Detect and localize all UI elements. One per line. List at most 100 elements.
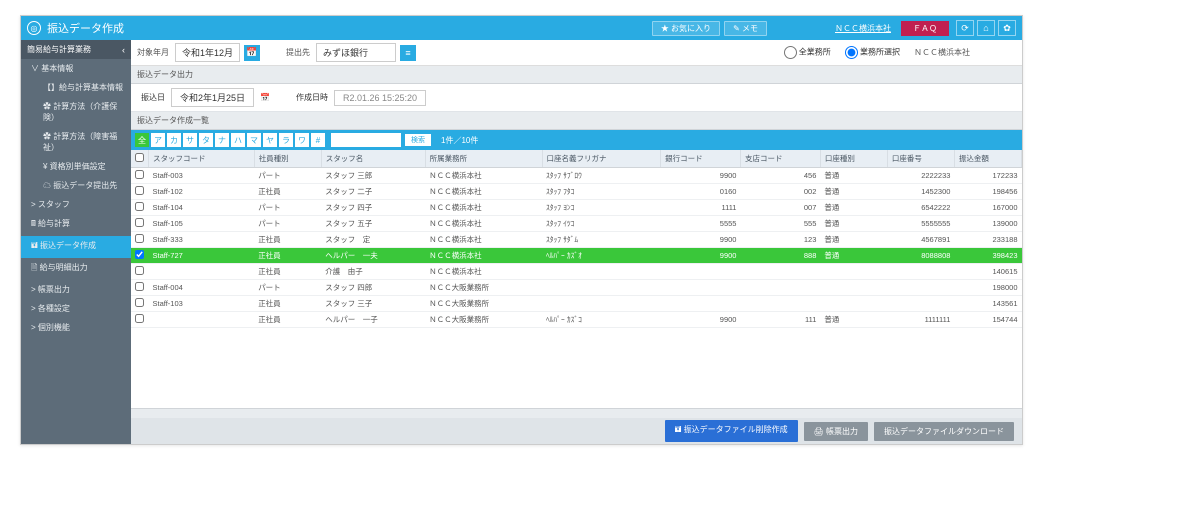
sidebar-item-5[interactable]: ☁ 振込データ提出先 [21,176,131,195]
table-row[interactable]: Staff-004パートスタッフ 四郎ＮＣＣ大阪業務所198000 [131,280,1022,296]
sidebar-item-3[interactable]: ✿ 計算方法（障害福祉） [21,127,131,157]
cell: Staff-333 [149,232,255,248]
row-checkbox[interactable] [135,170,144,179]
sidebar-header[interactable]: 簡易給与計算業務 ‹ [21,40,131,59]
cell: 1452300 [887,184,954,200]
cell: Staff-103 [149,296,255,312]
period-value[interactable]: 令和1年12月 [175,43,240,62]
create-file-button[interactable]: 🖬 振込データファイル削除作成 [665,420,798,442]
search-button[interactable]: 検索 [405,134,431,146]
table-row[interactable]: Staff-003パートスタッフ 三郎ＮＣＣ横浜本社ｽﾀｯﾌ ｻﾌﾞﾛｳ9900… [131,168,1022,184]
row-checkbox[interactable] [135,266,144,275]
sidebar-item-6[interactable]: > スタッフ [21,195,131,214]
cell: Staff-003 [149,168,255,184]
kana-ア[interactable]: ア [151,133,165,147]
kana-ラ[interactable]: ラ [279,133,293,147]
kana-タ[interactable]: タ [199,133,213,147]
col-header-6[interactable]: 銀行コード [661,150,741,168]
col-header-0[interactable] [131,150,149,168]
select-all-checkbox[interactable] [135,153,144,162]
favorite-button[interactable]: ★ お気に入り [652,21,720,36]
horizontal-scrollbar[interactable] [131,408,1022,418]
print-button[interactable]: 🖨 帳票出力 [804,422,868,441]
row-checkbox[interactable] [135,186,144,195]
sidebar-item-2[interactable]: ✿ 計算方法（介護保険） [21,97,131,127]
row-checkbox[interactable] [135,234,144,243]
section-list-title: 振込データ作成一覧 [131,112,1022,130]
sidebar-item-1[interactable]: 【】給与計算基本情報 [21,78,131,97]
col-header-1[interactable]: スタッフコード [149,150,255,168]
table-row[interactable]: Staff-727正社員ヘルパー 一夫ＮＣＣ横浜本社ﾍﾙﾊﾟｰ ｶｽﾞｵ9900… [131,248,1022,264]
sidebar-item-10[interactable]: > 帳票出力 [21,280,131,299]
faq-button[interactable]: ＦＡＱ [901,21,949,36]
col-header-4[interactable]: 所属業務所 [425,150,542,168]
settings-icon[interactable]: ✿ [998,20,1016,36]
kana-マ[interactable]: マ [247,133,261,147]
col-header-3[interactable]: スタッフ名 [321,150,425,168]
cell: 普通 [820,312,887,328]
cell [661,264,741,280]
cell: 1111 [661,200,741,216]
col-header-9[interactable]: 口座番号 [887,150,954,168]
row-checkbox[interactable] [135,298,144,307]
cell: Staff-104 [149,200,255,216]
kana-ハ[interactable]: ハ [231,133,245,147]
transfer-date-value[interactable]: 令和2年1月25日 [171,88,254,107]
sidebar-item-0[interactable]: ∨ 基本情報 [21,59,131,78]
col-header-10[interactable]: 振込金額 [954,150,1021,168]
created-value: R2.01.26 15:25:20 [334,90,426,106]
cell [740,264,820,280]
sidebar-item-12[interactable]: > 個別機能 [21,318,131,337]
chevron-left-icon[interactable]: ‹ [122,45,125,55]
cell: 198456 [954,184,1021,200]
kana-ヤ[interactable]: ヤ [263,133,277,147]
kana-#[interactable]: # [311,133,325,147]
table-row[interactable]: Staff-105パートスタッフ 五子ＮＣＣ横浜本社ｽﾀｯﾌ ｲﾂｺ555555… [131,216,1022,232]
download-button[interactable]: 振込データファイルダウンロード [874,422,1014,441]
memo-button[interactable]: ✎ メモ [724,21,767,36]
table-row[interactable]: 正社員ヘルパー 一子ＮＣＣ大阪業務所ﾍﾙﾊﾟｰ ｶｽﾞｺ9900111普通111… [131,312,1022,328]
transfer-date-calendar-icon[interactable]: 📅 [260,93,270,102]
col-header-8[interactable]: 口座種別 [820,150,887,168]
cell [131,216,149,232]
period-calendar-icon[interactable]: 📅 [244,45,260,61]
company-link[interactable]: ＮＣＣ横浜本社 [835,23,891,34]
kana-サ[interactable]: サ [183,133,197,147]
home-icon[interactable]: ⌂ [977,20,995,36]
search-input[interactable] [331,133,401,147]
table-row[interactable]: Staff-104パートスタッフ 四子ＮＣＣ横浜本社ｽﾀｯﾌ ﾖﾝｺ111100… [131,200,1022,216]
sidebar-item-11[interactable]: > 各種設定 [21,299,131,318]
table-row[interactable]: Staff-103正社員スタッフ 三子ＮＣＣ大阪業務所143561 [131,296,1022,312]
sidebar-item-8[interactable]: 🖬 振込データ作成 [21,236,131,258]
col-header-7[interactable]: 支店コード [740,150,820,168]
dest-value[interactable]: みずほ銀行 [316,43,396,62]
col-header-5[interactable]: 口座名義フリガナ [542,150,661,168]
sidebar-item-4[interactable]: ¥ 資格別単価設定 [21,157,131,176]
col-header-2[interactable]: 社員種別 [254,150,321,168]
kana-カ[interactable]: カ [167,133,181,147]
created-label: 作成日時 [296,92,328,103]
radio-all-offices[interactable]: 全業務所 [784,46,831,59]
cell: スタッフ 三郎 [321,168,425,184]
kana-ナ[interactable]: ナ [215,133,229,147]
table-row[interactable]: 正社員介護 由子ＮＣＣ横浜本社140615 [131,264,1022,280]
table-row[interactable]: Staff-102正社員スタッフ 二子ＮＣＣ横浜本社ｽﾀｯﾌ ﾌﾀｺ016000… [131,184,1022,200]
cell: 正社員 [254,296,321,312]
table-row[interactable]: Staff-333正社員スタッフ 定ＮＣＣ横浜本社ｽﾀｯﾌ ｻﾀﾞﾑ990012… [131,232,1022,248]
office-value: ＮＣＣ横浜本社 [914,47,970,58]
row-checkbox[interactable] [135,282,144,291]
cell: 正社員 [254,184,321,200]
kana-全[interactable]: 全 [135,133,149,147]
cell [131,232,149,248]
row-checkbox[interactable] [135,218,144,227]
row-checkbox[interactable] [135,202,144,211]
sidebar-item-7[interactable]: 🖩 給与計算 [21,214,131,236]
dest-lookup-icon[interactable]: ≡ [400,45,416,61]
radio-select-office[interactable]: 業務所選択 [845,46,900,59]
row-checkbox[interactable] [135,250,144,259]
kana-ワ[interactable]: ワ [295,133,309,147]
row-checkbox[interactable] [135,314,144,323]
refresh-icon[interactable]: ⟳ [956,20,974,36]
data-grid[interactable]: スタッフコード社員種別スタッフ名所属業務所口座名義フリガナ銀行コード支店コード口… [131,150,1022,408]
sidebar-item-9[interactable]: 🗎 給与明細出力 [21,258,131,280]
